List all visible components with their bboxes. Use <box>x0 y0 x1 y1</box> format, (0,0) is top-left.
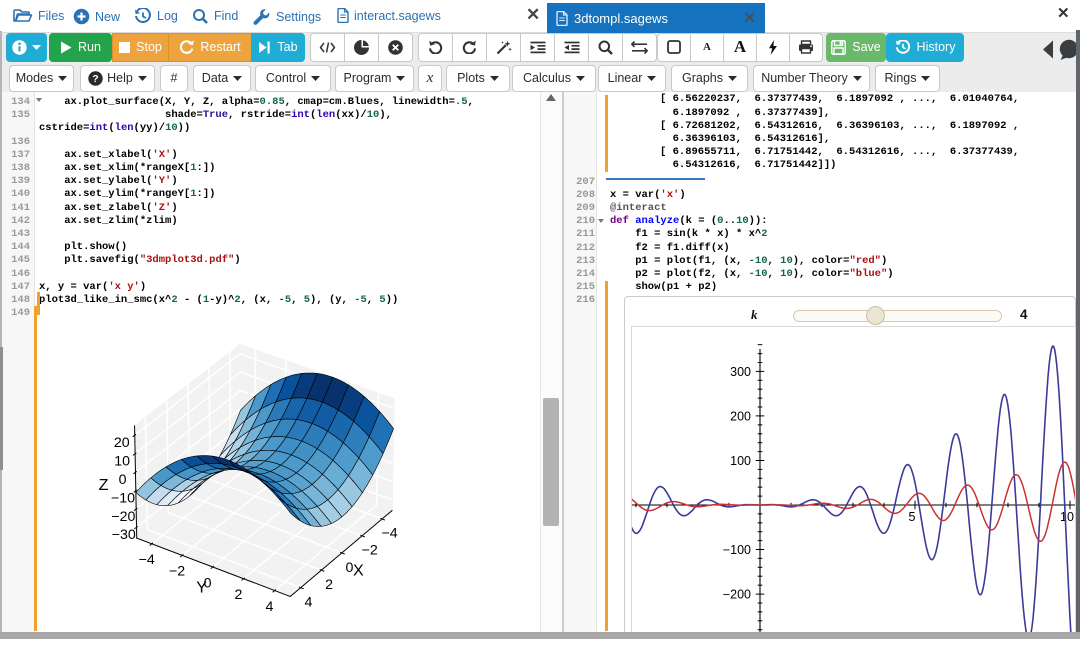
svg-text:−200: −200 <box>723 588 751 602</box>
svg-text:−30: −30 <box>112 526 136 542</box>
svg-text:100: 100 <box>730 454 751 468</box>
svg-text:5: 5 <box>909 510 916 524</box>
svg-text:2: 2 <box>325 576 333 592</box>
svg-text:0: 0 <box>119 471 127 487</box>
svg-text:4: 4 <box>305 593 313 609</box>
svg-text:20: 20 <box>114 434 130 450</box>
svg-text:−4: −4 <box>139 551 155 567</box>
svg-text:300: 300 <box>730 365 751 379</box>
svg-text:Y: Y <box>196 579 207 596</box>
svg-text:−10: −10 <box>111 489 135 505</box>
svg-text:10: 10 <box>114 452 130 468</box>
svg-text:4: 4 <box>266 598 274 614</box>
svg-text:10: 10 <box>1060 510 1074 524</box>
svg-text:2: 2 <box>235 586 243 602</box>
svg-text:200: 200 <box>730 409 751 423</box>
svg-text:−2: −2 <box>169 562 185 578</box>
svg-text:Z: Z <box>99 477 109 494</box>
svg-text:−2: −2 <box>362 541 378 557</box>
svg-text:?: ? <box>92 73 98 85</box>
svg-text:X: X <box>353 562 364 579</box>
svg-text:−4: −4 <box>382 525 398 541</box>
svg-text:−20: −20 <box>111 508 135 524</box>
svg-text:−100: −100 <box>723 543 751 557</box>
